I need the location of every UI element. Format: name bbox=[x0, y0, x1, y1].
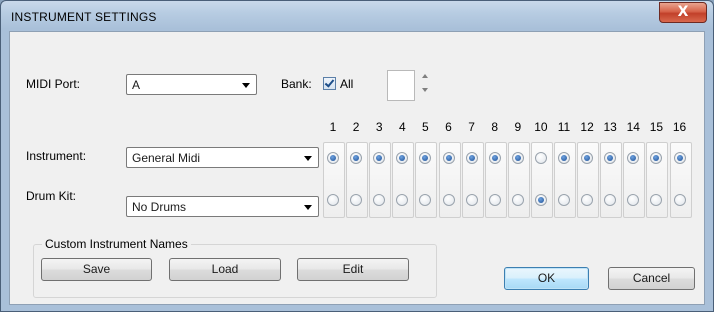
chevron-down-icon bbox=[304, 156, 312, 161]
dialog-client-area: MIDI Port: A Bank: All 1 2 3 4 5 6 7 8 9 10 11 12 13… bbox=[9, 31, 705, 305]
channel-number: 5 bbox=[422, 120, 429, 134]
instrument-channel-radio[interactable] bbox=[581, 152, 594, 164]
custom-names-title: Custom Instrument Names bbox=[42, 237, 191, 251]
spin-up-icon[interactable] bbox=[422, 74, 428, 78]
bank-label: Bank: bbox=[281, 77, 312, 91]
instrument-label: Instrument: bbox=[26, 149, 87, 163]
drum-channel-radio[interactable] bbox=[465, 194, 478, 206]
instrument-channel-radio[interactable] bbox=[534, 152, 547, 164]
channel-number: 3 bbox=[375, 120, 383, 134]
dialog-window: INSTRUMENT SETTINGS X MIDI Port: A Bank:… bbox=[0, 0, 714, 312]
channel-number: 7 bbox=[468, 120, 475, 134]
instrument-value: General Midi bbox=[132, 151, 201, 165]
instrument-select[interactable]: General Midi bbox=[126, 147, 319, 168]
midi-port-value: A bbox=[132, 78, 141, 92]
window-title: INSTRUMENT SETTINGS bbox=[11, 10, 157, 24]
bank-all-label: All bbox=[340, 77, 354, 91]
midi-port-label: MIDI Port: bbox=[26, 77, 81, 91]
drum-channel-radio[interactable] bbox=[581, 194, 594, 206]
title-bar[interactable]: INSTRUMENT SETTINGS X bbox=[1, 1, 713, 31]
channel-number: 15 bbox=[649, 120, 664, 134]
drum-kit-select[interactable]: No Drums bbox=[126, 196, 319, 217]
cancel-button-label: Cancel bbox=[632, 271, 671, 285]
instrument-channel-radio[interactable] bbox=[511, 152, 524, 164]
load-button-label: Load bbox=[211, 262, 239, 276]
channel-number: 14 bbox=[626, 120, 640, 134]
close-button[interactable]: X bbox=[659, 2, 707, 23]
checkmark-icon bbox=[324, 77, 335, 88]
save-button-label: Save bbox=[82, 262, 111, 276]
drum-channel-radio[interactable] bbox=[488, 194, 501, 206]
drum-channel-radio[interactable] bbox=[327, 194, 339, 206]
channel-number: 1 bbox=[329, 120, 337, 134]
load-button[interactable]: Load bbox=[169, 258, 281, 281]
channel-number: 6 bbox=[445, 120, 452, 134]
cancel-button[interactable]: Cancel bbox=[608, 267, 695, 290]
instrument-channel-radio[interactable] bbox=[558, 152, 570, 164]
save-button[interactable]: Save bbox=[41, 258, 152, 281]
bank-all-checkbox[interactable] bbox=[323, 77, 336, 90]
instrument-channel-radio[interactable] bbox=[673, 152, 686, 164]
drum-kit-label: Drum Kit: bbox=[26, 189, 77, 203]
channel-number: 8 bbox=[491, 120, 499, 134]
ok-button-label: OK bbox=[537, 271, 556, 285]
channel-number: 16 bbox=[672, 120, 687, 134]
drum-channel-radio[interactable] bbox=[534, 194, 547, 206]
drum-channel-radio[interactable] bbox=[673, 194, 686, 206]
instrument-channel-radio[interactable] bbox=[327, 152, 339, 164]
drum-channel-radio[interactable] bbox=[558, 194, 570, 206]
ok-button[interactable]: OK bbox=[504, 267, 589, 290]
close-icon: X bbox=[677, 4, 689, 20]
edit-button[interactable]: Edit bbox=[297, 258, 409, 281]
channel-number: 2 bbox=[352, 120, 360, 134]
drum-kit-value: No Drums bbox=[132, 200, 187, 214]
channel-number: 9 bbox=[514, 120, 522, 134]
drum-channel-radio[interactable] bbox=[442, 194, 455, 206]
channel-number: 4 bbox=[398, 120, 406, 134]
channel-number: 12 bbox=[580, 120, 594, 134]
channel-number: 10 bbox=[534, 120, 548, 134]
instrument-channel-radio[interactable] bbox=[442, 152, 455, 164]
spin-down-icon[interactable] bbox=[422, 88, 428, 92]
midi-port-select[interactable]: A bbox=[126, 74, 257, 95]
edit-button-label: Edit bbox=[342, 262, 364, 276]
instrument-channel-radio[interactable] bbox=[350, 152, 363, 164]
channel-number: 11 bbox=[557, 120, 571, 134]
chevron-down-icon bbox=[242, 83, 250, 88]
channel-radio-grid bbox=[323, 142, 701, 218]
channel-number: 13 bbox=[603, 120, 617, 134]
drum-channel-radio[interactable] bbox=[511, 194, 524, 206]
bank-number-input[interactable] bbox=[387, 70, 415, 101]
chevron-down-icon bbox=[304, 205, 312, 210]
instrument-channel-radio[interactable] bbox=[488, 152, 501, 164]
instrument-channel-radio[interactable] bbox=[465, 152, 478, 164]
drum-channel-radio[interactable] bbox=[350, 194, 363, 206]
